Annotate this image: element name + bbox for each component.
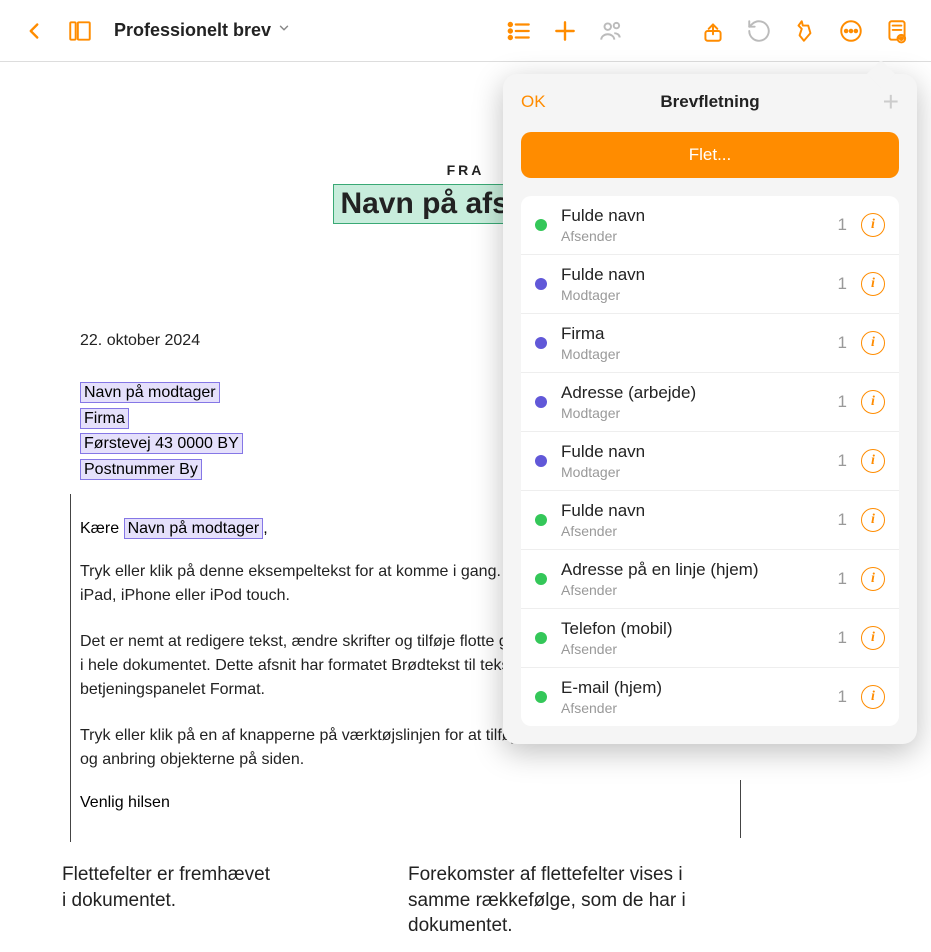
color-dot bbox=[535, 455, 547, 467]
merge-field-count: 1 bbox=[838, 451, 847, 471]
info-icon[interactable]: i bbox=[861, 449, 885, 473]
chevron-down-icon bbox=[277, 21, 291, 40]
list-button[interactable] bbox=[499, 11, 539, 51]
color-dot bbox=[535, 337, 547, 349]
merge-field-count: 1 bbox=[838, 687, 847, 707]
merge-field-text: Fulde navn Modtager bbox=[561, 265, 824, 303]
address-field[interactable]: Førstevej 43 0000 BY bbox=[80, 433, 243, 454]
color-dot bbox=[535, 691, 547, 703]
view-options-button[interactable] bbox=[60, 11, 100, 51]
merge-field-role: Afsender bbox=[561, 582, 824, 598]
color-dot bbox=[535, 514, 547, 526]
document-title-text: Professionelt brev bbox=[114, 20, 271, 41]
merge-field-item[interactable]: Fulde navn Modtager 1i bbox=[521, 432, 899, 491]
color-dot bbox=[535, 219, 547, 231]
merge-field-text: Adresse (arbejde) Modtager bbox=[561, 383, 824, 421]
back-button[interactable] bbox=[14, 11, 54, 51]
merge-field-name: Fulde navn bbox=[561, 442, 824, 462]
merge-field-name: Firma bbox=[561, 324, 824, 344]
collaborate-button[interactable] bbox=[591, 11, 631, 51]
merge-field-role: Modtager bbox=[561, 287, 824, 303]
more-button[interactable] bbox=[831, 11, 871, 51]
closing: Venlig hilsen bbox=[80, 794, 851, 812]
merge-field-item[interactable]: Adresse på en linje (hjem) Afsender 1i bbox=[521, 550, 899, 609]
info-icon[interactable]: i bbox=[861, 213, 885, 237]
merge-field-role: Afsender bbox=[561, 641, 824, 657]
merge-field-item[interactable]: Fulde navn Afsender 1i bbox=[521, 196, 899, 255]
popover-title: Brevfletning bbox=[660, 92, 759, 112]
merge-field-count: 1 bbox=[838, 392, 847, 412]
merge-field-name: Adresse på en linje (hjem) bbox=[561, 560, 824, 580]
info-icon[interactable]: i bbox=[861, 508, 885, 532]
merge-field-count: 1 bbox=[838, 274, 847, 294]
merge-field-name: Fulde navn bbox=[561, 206, 824, 226]
color-dot bbox=[535, 573, 547, 585]
merge-field-text: Adresse på en linje (hjem) Afsender bbox=[561, 560, 824, 598]
merge-field-text: Firma Modtager bbox=[561, 324, 824, 362]
merge-field-role: Modtager bbox=[561, 464, 824, 480]
undo-button[interactable] bbox=[739, 11, 779, 51]
info-icon[interactable]: i bbox=[861, 272, 885, 296]
mail-merge-popover: OK Brevfletning + Flet... Fulde navn Afse… bbox=[503, 74, 917, 744]
color-dot bbox=[535, 278, 547, 290]
recipient-name-field[interactable]: Navn på modtager bbox=[80, 382, 220, 403]
merge-field-item[interactable]: Firma Modtager 1i bbox=[521, 314, 899, 373]
merge-field-name: E-mail (hjem) bbox=[561, 678, 824, 698]
color-dot bbox=[535, 396, 547, 408]
merge-field-name: Fulde navn bbox=[561, 265, 824, 285]
merge-field-item[interactable]: Adresse (arbejde) Modtager 1i bbox=[521, 373, 899, 432]
share-button[interactable] bbox=[693, 11, 733, 51]
merge-field-name: Telefon (mobil) bbox=[561, 619, 824, 639]
add-field-button[interactable]: + bbox=[883, 88, 899, 116]
info-icon[interactable]: i bbox=[861, 685, 885, 709]
merge-field-text: Fulde navn Afsender bbox=[561, 501, 824, 539]
info-icon[interactable]: i bbox=[861, 567, 885, 591]
callout-line-left bbox=[70, 494, 71, 842]
merge-field-text: Telefon (mobil) Afsender bbox=[561, 619, 824, 657]
merge-field-item[interactable]: Fulde navn Afsender 1i bbox=[521, 491, 899, 550]
company-field[interactable]: Firma bbox=[80, 408, 129, 429]
toolbar: Professionelt brev bbox=[0, 0, 931, 62]
merge-field-item[interactable]: Fulde navn Modtager 1i bbox=[521, 255, 899, 314]
info-icon[interactable]: i bbox=[861, 390, 885, 414]
merge-field-role: Modtager bbox=[561, 346, 824, 362]
merge-field-count: 1 bbox=[838, 333, 847, 353]
callout-right: Forekomster af flettefelter vises i samm… bbox=[408, 862, 748, 939]
popover-header: OK Brevfletning + bbox=[503, 74, 917, 126]
format-button[interactable] bbox=[785, 11, 825, 51]
merge-field-count: 1 bbox=[838, 569, 847, 589]
merge-field-role: Afsender bbox=[561, 700, 824, 716]
merge-field-role: Afsender bbox=[561, 523, 824, 539]
document-title[interactable]: Professionelt brev bbox=[114, 20, 291, 41]
merge-field-count: 1 bbox=[838, 510, 847, 530]
ok-button[interactable]: OK bbox=[521, 92, 546, 112]
merge-field-role: Afsender bbox=[561, 228, 824, 244]
callout-line-right bbox=[740, 780, 741, 838]
merge-field-text: E-mail (hjem) Afsender bbox=[561, 678, 824, 716]
salutation-name-field[interactable]: Navn på modtager bbox=[124, 518, 264, 539]
merge-field-text: Fulde navn Modtager bbox=[561, 442, 824, 480]
merge-field-count: 1 bbox=[838, 215, 847, 235]
info-icon[interactable]: i bbox=[861, 331, 885, 355]
merge-field-item[interactable]: E-mail (hjem) Afsender 1i bbox=[521, 668, 899, 726]
postal-city-field[interactable]: Postnummer By bbox=[80, 459, 202, 480]
merge-field-list: Fulde navnAfsender1iFulde navnModtager1i… bbox=[521, 196, 899, 726]
merge-field-name: Adresse (arbejde) bbox=[561, 383, 824, 403]
info-icon[interactable]: i bbox=[861, 626, 885, 650]
color-dot bbox=[535, 632, 547, 644]
document-options-button[interactable] bbox=[877, 11, 917, 51]
callout-left: Flettefelter er fremhævet i dokumentet. bbox=[62, 862, 272, 913]
merge-button[interactable]: Flet... bbox=[521, 132, 899, 178]
merge-field-count: 1 bbox=[838, 628, 847, 648]
merge-field-name: Fulde navn bbox=[561, 501, 824, 521]
merge-field-role: Modtager bbox=[561, 405, 824, 421]
merge-field-text: Fulde navn Afsender bbox=[561, 206, 824, 244]
merge-field-item[interactable]: Telefon (mobil) Afsender 1i bbox=[521, 609, 899, 668]
insert-button[interactable] bbox=[545, 11, 585, 51]
